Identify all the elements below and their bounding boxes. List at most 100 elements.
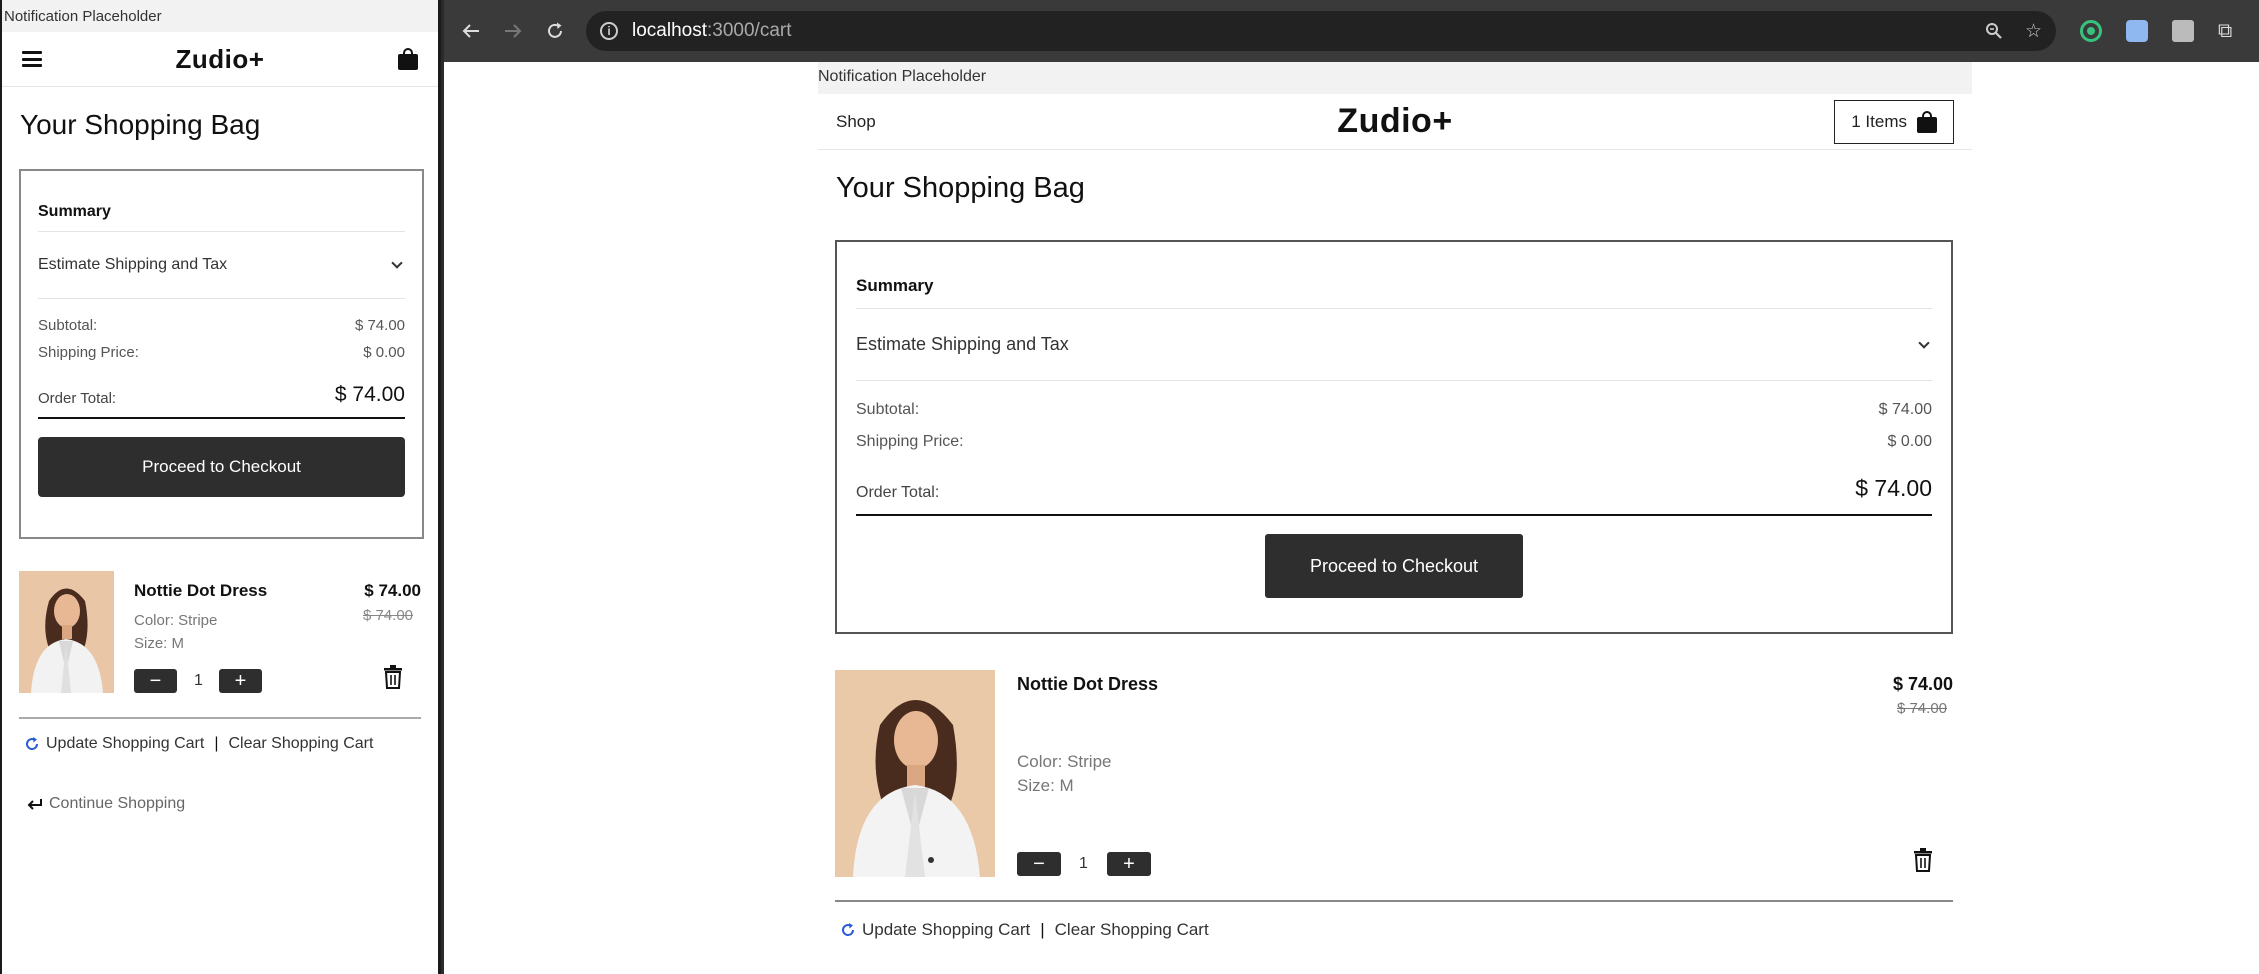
page-title: Your Shopping Bag bbox=[20, 109, 261, 140]
zoom-icon[interactable] bbox=[1985, 22, 2003, 40]
product-name[interactable]: Nottie Dot Dress bbox=[1017, 674, 1158, 695]
shipping-value: $ 0.00 bbox=[1887, 433, 1932, 450]
url-host: localhost bbox=[632, 20, 707, 41]
site-header: Shop Zudio+ 1 Items bbox=[818, 94, 1972, 150]
product-price: $ 74.00 bbox=[1892, 674, 1953, 694]
web-page: Notification Placeholder Shop Zudio+ 1 I… bbox=[444, 62, 2259, 974]
summary-box: Summary Estimate Shipping and Tax Subtot… bbox=[835, 240, 1953, 634]
product-size: Size: M bbox=[134, 635, 185, 652]
quantity-increase-button[interactable]: + bbox=[219, 669, 262, 693]
continue-shopping-link[interactable]: Continue Shopping bbox=[27, 795, 185, 813]
summary-title: Summary bbox=[856, 262, 1932, 309]
product-old-price: $ 74.00 bbox=[1896, 700, 1947, 717]
subtotal-value: $ 74.00 bbox=[354, 317, 405, 334]
url-path: :3000/cart bbox=[707, 20, 792, 41]
reload-icon bbox=[548, 22, 562, 38]
product-color: Color: Stripe bbox=[134, 612, 218, 629]
order-total-label: Order Total: bbox=[38, 390, 117, 407]
screen: Notification Placeholder Zudio+ Your Sho… bbox=[0, 0, 2259, 974]
subtotal-value: $ 74.00 bbox=[1878, 401, 1932, 418]
order-total-row: Order Total: $ 74.00 bbox=[38, 383, 405, 419]
extension-grey-icon[interactable] bbox=[2172, 20, 2194, 42]
extensions-puzzle-icon[interactable]: ⧉ bbox=[2218, 20, 2240, 42]
mobile-header: Zudio+ bbox=[2, 32, 438, 87]
product-color: Color: Stripe bbox=[1017, 752, 1112, 771]
chevron-down-icon bbox=[1918, 336, 1930, 349]
menu-icon[interactable] bbox=[22, 51, 42, 67]
product-old-price: $ 74.00 bbox=[362, 607, 413, 624]
quantity-decrease-button[interactable]: − bbox=[1017, 852, 1061, 876]
refresh-icon[interactable] bbox=[24, 736, 40, 752]
clear-cart-link[interactable]: Clear Shopping Cart bbox=[1055, 920, 1209, 940]
shipping-value: $ 0.00 bbox=[363, 344, 405, 361]
arrow-left-icon bbox=[462, 24, 479, 38]
subtotal-row: Subtotal: $ 74.00 bbox=[38, 317, 405, 334]
separator: | bbox=[1040, 920, 1045, 939]
site-info-icon[interactable]: i bbox=[600, 22, 618, 40]
forward-button[interactable] bbox=[496, 14, 530, 48]
summary-title: Summary bbox=[38, 185, 405, 232]
page-title: Your Shopping Bag bbox=[836, 172, 1085, 204]
cart-item: Nottie Dot Dress $ 74.00 $ 74.00 Color: … bbox=[19, 571, 421, 719]
browser-toolbar: i localhost:3000/cart ☆ ⧉ bbox=[444, 0, 2259, 62]
clear-cart-link[interactable]: Clear Shopping Cart bbox=[228, 735, 373, 753]
extension-blue-icon[interactable] bbox=[2126, 20, 2148, 42]
cart-item: Nottie Dot Dress $ 74.00 $ 74.00 Color: … bbox=[835, 670, 1953, 902]
product-price: $ 74.00 bbox=[364, 581, 421, 600]
browser-window: i localhost:3000/cart ☆ ⧉ Notification P… bbox=[444, 0, 2259, 974]
shipping-row: Shipping Price: $ 0.00 bbox=[38, 344, 405, 361]
return-arrow-icon bbox=[27, 799, 42, 810]
estimate-shipping-toggle[interactable]: Estimate Shipping and Tax bbox=[38, 232, 405, 299]
page-content: Notification Placeholder Shop Zudio+ 1 I… bbox=[818, 62, 1972, 902]
order-total-value: $ 74.00 bbox=[334, 383, 405, 406]
order-total-value: $ 74.00 bbox=[1855, 475, 1932, 501]
update-cart-link[interactable]: Update Shopping Cart bbox=[862, 920, 1030, 940]
proceed-to-checkout-button[interactable]: Proceed to Checkout bbox=[38, 437, 405, 497]
proceed-to-checkout-button[interactable]: Proceed to Checkout bbox=[1265, 534, 1523, 598]
cart-count: 1 Items bbox=[1851, 111, 1907, 131]
cart-button[interactable]: 1 Items bbox=[1834, 99, 1954, 144]
quantity-value: 1 bbox=[194, 672, 203, 689]
shop-link[interactable]: Shop bbox=[836, 112, 876, 132]
cart-actions: Update Shopping Cart | Clear Shopping Ca… bbox=[840, 920, 1209, 940]
continue-shopping-label: Continue Shopping bbox=[49, 795, 186, 812]
subtotal-label: Subtotal: bbox=[38, 317, 98, 334]
mobile-preview: Notification Placeholder Zudio+ Your Sho… bbox=[0, 0, 441, 974]
summary-box: Summary Estimate Shipping and Tax Subtot… bbox=[19, 169, 424, 539]
order-total-row: Order Total: $ 74.00 bbox=[856, 475, 1932, 516]
product-size: Size: M bbox=[1017, 776, 1074, 795]
estimate-shipping-label: Estimate Shipping and Tax bbox=[38, 256, 228, 273]
bookmark-star-icon[interactable]: ☆ bbox=[2025, 20, 2042, 43]
refresh-icon[interactable] bbox=[840, 922, 856, 938]
cart-actions: Update Shopping Cart | Clear Shopping Ca… bbox=[24, 735, 373, 753]
notification-bar: Notification Placeholder bbox=[2, 0, 438, 32]
subtotal-row: Subtotal: $ 74.00 bbox=[856, 401, 1932, 419]
estimate-shipping-toggle[interactable]: Estimate Shipping and Tax bbox=[856, 309, 1932, 381]
shipping-label: Shipping Price: bbox=[856, 433, 964, 450]
reload-button[interactable] bbox=[538, 14, 572, 48]
arrow-right-icon bbox=[505, 24, 522, 38]
notification-bar: Notification Placeholder bbox=[818, 62, 1972, 94]
logo[interactable]: Zudio+ bbox=[1337, 102, 1452, 141]
extension-green-icon[interactable] bbox=[2080, 20, 2102, 42]
logo[interactable]: Zudio+ bbox=[176, 44, 265, 75]
subtotal-label: Subtotal: bbox=[856, 401, 920, 418]
shopping-bag-icon bbox=[1917, 110, 1937, 133]
product-name[interactable]: Nottie Dot Dress bbox=[134, 581, 267, 601]
back-button[interactable] bbox=[454, 14, 488, 48]
trash-icon[interactable] bbox=[1913, 848, 1933, 872]
update-cart-link[interactable]: Update Shopping Cart bbox=[46, 735, 204, 753]
order-total-label: Order Total: bbox=[856, 484, 940, 501]
product-image[interactable] bbox=[835, 670, 995, 877]
shipping-label: Shipping Price: bbox=[38, 344, 139, 361]
estimate-shipping-label: Estimate Shipping and Tax bbox=[856, 334, 1069, 354]
address-bar[interactable]: i localhost:3000/cart ☆ bbox=[586, 11, 2056, 51]
separator: | bbox=[214, 735, 219, 752]
shipping-row: Shipping Price: $ 0.00 bbox=[856, 433, 1932, 451]
quantity-increase-button[interactable]: + bbox=[1107, 852, 1151, 876]
quantity-decrease-button[interactable]: − bbox=[134, 669, 177, 693]
shopping-bag-icon[interactable] bbox=[398, 48, 418, 70]
product-image[interactable] bbox=[19, 571, 114, 693]
chevron-down-icon bbox=[391, 257, 403, 269]
trash-icon[interactable] bbox=[383, 665, 403, 689]
